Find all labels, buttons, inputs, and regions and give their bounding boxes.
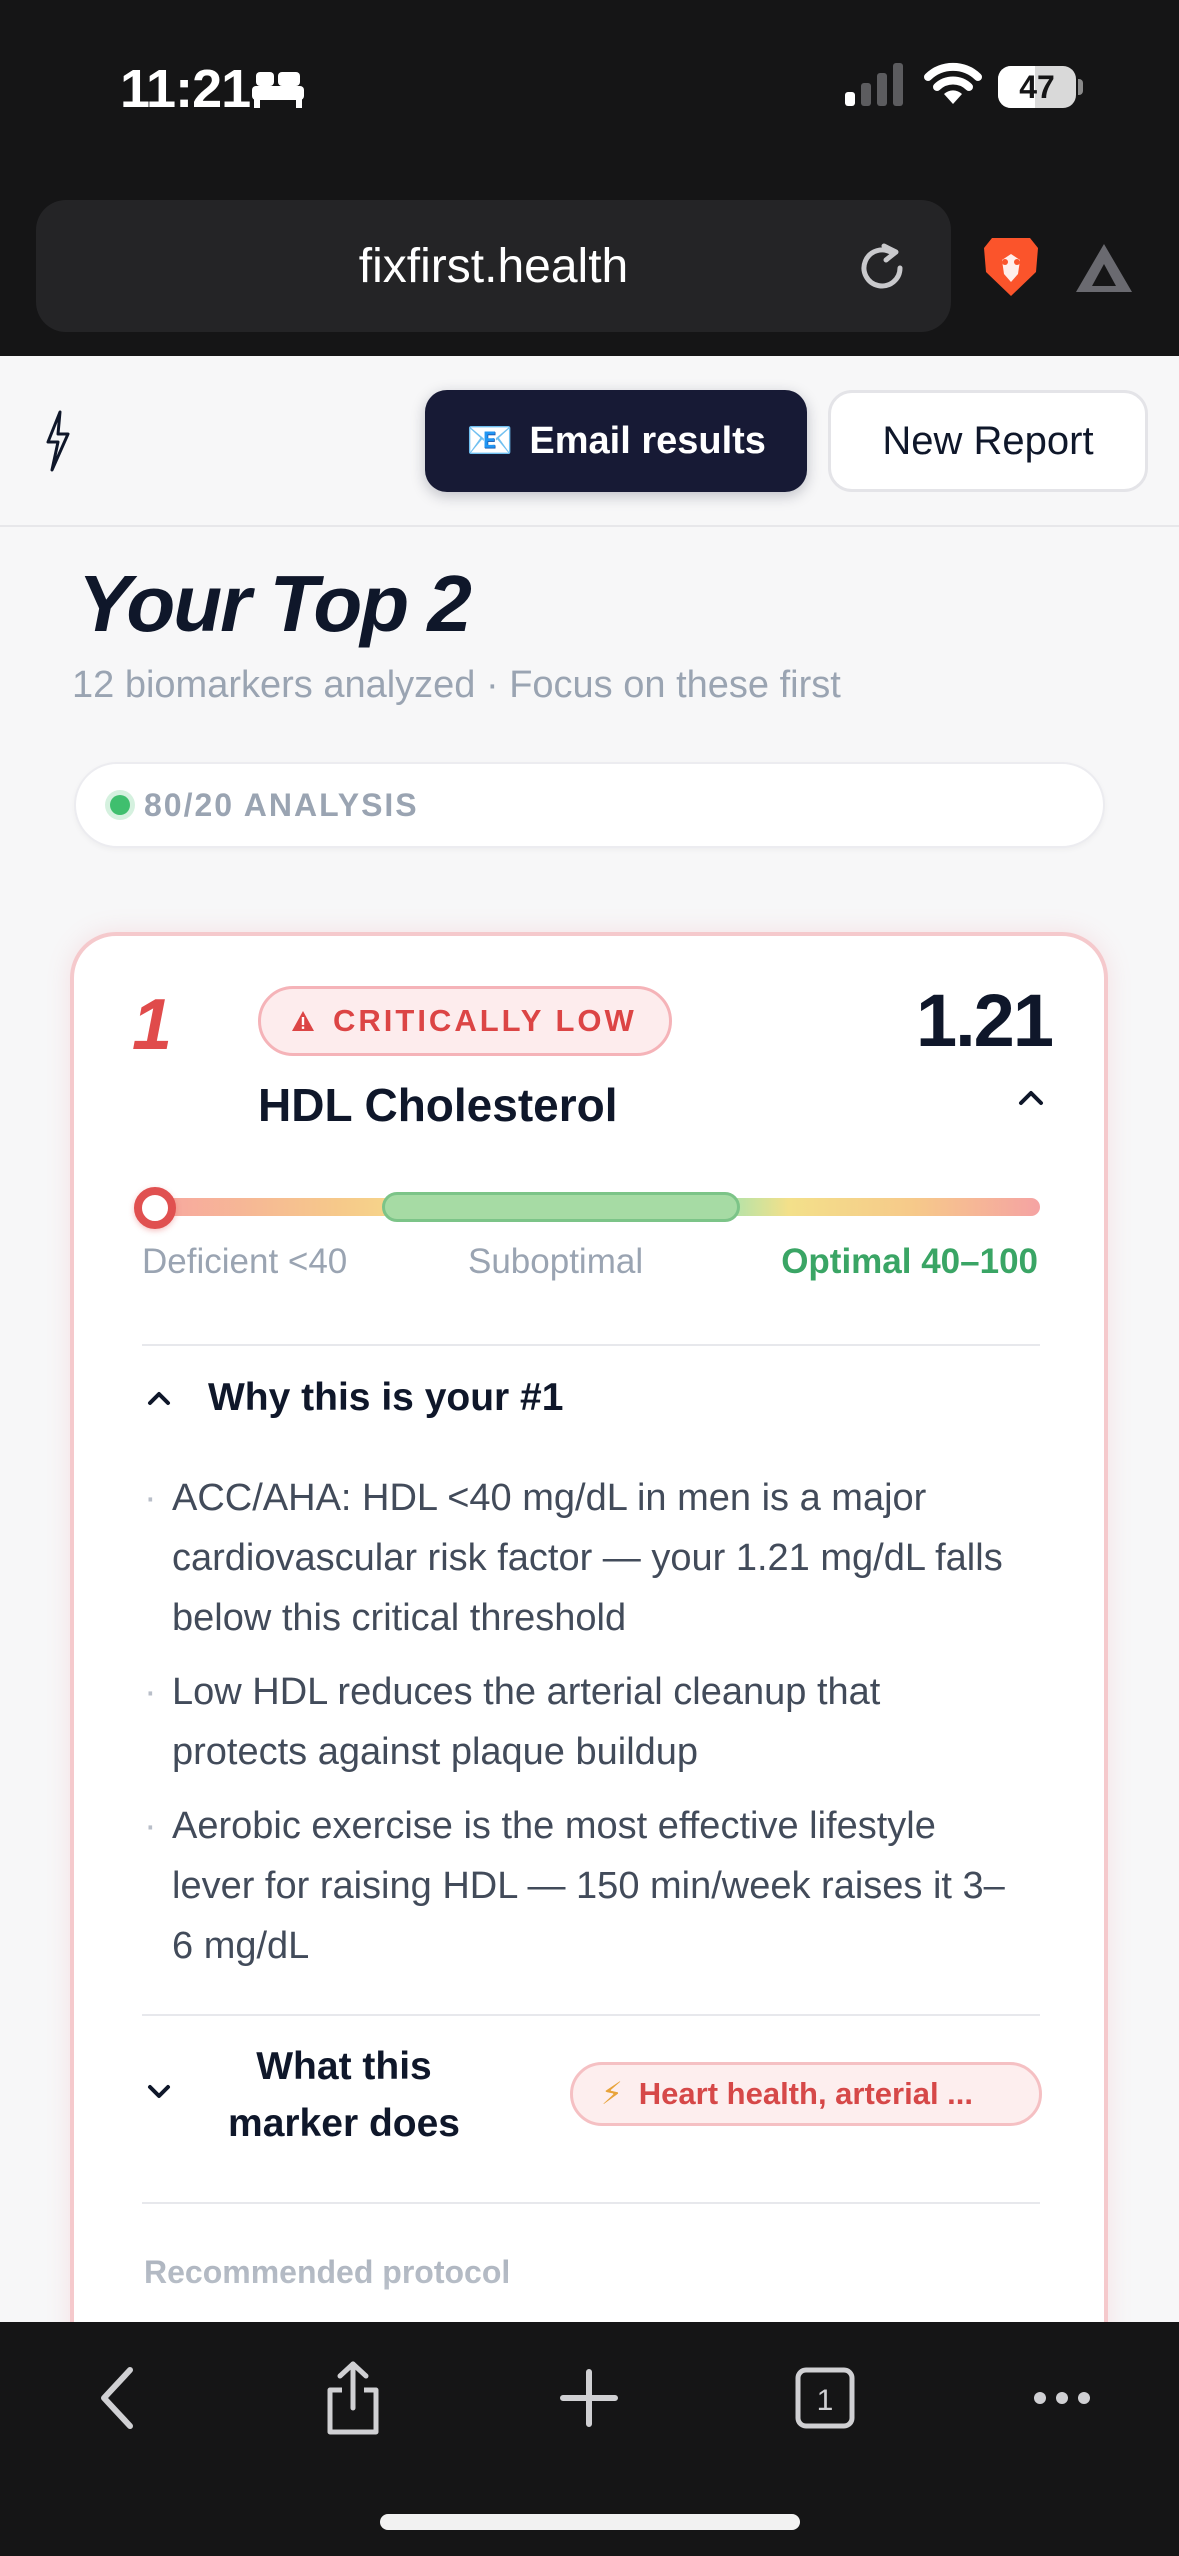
organ-badge: ⚡ Heart health, arterial ... — [570, 2062, 1042, 2126]
page-subtitle: 12 biomarkers analyzed · Focus on these … — [72, 664, 841, 706]
brave-lion-icon[interactable] — [980, 234, 1042, 300]
status-text: CRITICALLY LOW — [333, 1003, 637, 1038]
ios-status-bar: 11:21 47 fixfirst.health — [0, 0, 1179, 356]
share-icon[interactable] — [320, 2356, 386, 2440]
biomarker-card: 1 CRITICALLY LOW 1.21 HDL Cholesterol De… — [70, 932, 1108, 2556]
page-title: Your Top 2 — [78, 559, 472, 648]
organ-badge-label: Heart health, arterial ... — [638, 2076, 974, 2111]
divider — [142, 1344, 1040, 1346]
chevron-down-icon — [148, 2085, 170, 2098]
divider — [142, 2014, 1040, 2016]
brave-rewards-icon[interactable] — [1074, 240, 1134, 296]
email-icon: 📧 — [466, 420, 514, 462]
list-item: Low HDL reduces the arterial cleanup tha… — [144, 1662, 1024, 1782]
analysis-label: 80/20 ANALYSIS — [144, 786, 419, 823]
wifi-icon — [924, 62, 982, 104]
address-bar[interactable]: fixfirst.health — [36, 200, 951, 332]
more-icon[interactable] — [1030, 2356, 1094, 2440]
what-title: What this marker does — [228, 2045, 460, 2145]
range-label-optimal: Optimal 40–100 — [781, 1242, 1038, 1281]
why-section-toggle[interactable]: Why this is your #1 — [144, 1376, 563, 1420]
bed-icon — [252, 72, 304, 108]
list-item: Aerobic exercise is the most effective l… — [144, 1796, 1024, 1976]
marker-name: HDL Cholesterol — [258, 1079, 618, 1131]
status-dot — [110, 795, 130, 815]
email-results-button[interactable]: 📧 Email results — [425, 390, 807, 492]
battery-indicator: 47 — [998, 66, 1076, 108]
range-marker — [134, 1187, 176, 1229]
rank-number: 1 — [132, 985, 173, 1065]
bolt-icon[interactable] — [42, 410, 72, 472]
plus-icon[interactable] — [556, 2356, 622, 2440]
signal-icon — [845, 63, 903, 106]
home-indicator[interactable] — [380, 2514, 800, 2530]
warning-icon — [292, 1011, 314, 1031]
lightning-icon: ⚡ — [601, 2076, 623, 2111]
status-badge: CRITICALLY LOW — [258, 986, 672, 1056]
reload-icon[interactable] — [854, 240, 910, 296]
app-header: 📧 Email results New Report — [0, 356, 1179, 527]
battery-tip — [1078, 79, 1083, 95]
why-title: Why this is your #1 — [208, 1376, 564, 1419]
protocol-label: Recommended protocol — [144, 2254, 511, 2290]
back-icon[interactable] — [90, 2356, 146, 2440]
what-marker-does-toggle[interactable]: What this marker does ⚡ Heart health, ar… — [144, 2034, 1042, 2164]
list-item: ACC/AHA: HDL <40 mg/dL in men is a major… — [144, 1468, 1024, 1648]
url-text[interactable]: fixfirst.health — [36, 200, 951, 332]
marker-value: 1.21 — [915, 979, 1054, 1062]
tabs-icon[interactable]: 1 — [792, 2356, 858, 2440]
range-label-suboptimal: Suboptimal — [468, 1242, 644, 1281]
range-optimal-zone — [382, 1192, 740, 1222]
email-results-label: Email results — [529, 419, 766, 462]
new-report-button[interactable]: New Report — [828, 390, 1148, 492]
battery-percent: 47 — [1019, 68, 1055, 105]
range-label-deficient: Deficient <40 — [142, 1242, 348, 1281]
chevron-up-icon — [148, 1392, 170, 1405]
divider — [142, 2202, 1040, 2204]
reason-list: ACC/AHA: HDL <40 mg/dL in men is a major… — [144, 1468, 1024, 1990]
chevron-up-icon[interactable] — [1016, 1088, 1046, 1108]
analysis-pill: 80/20 ANALYSIS — [74, 762, 1105, 848]
status-time: 11:21 — [120, 59, 251, 119]
tab-count: 1 — [817, 2384, 834, 2417]
